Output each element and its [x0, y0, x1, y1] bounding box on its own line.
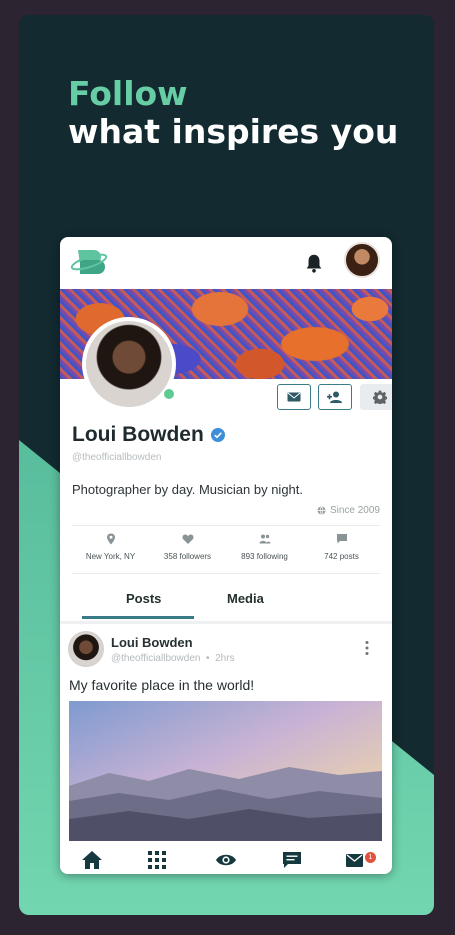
post-time: 2hrs: [215, 653, 235, 664]
avatar[interactable]: [344, 242, 380, 278]
location-pin-icon: [106, 533, 115, 545]
online-status-dot: [162, 387, 176, 401]
headline-accent: Follow: [68, 74, 188, 113]
member-since: Since 2009: [317, 505, 380, 516]
heart-icon: [181, 534, 194, 544]
stat-location-label: New York, NY: [85, 552, 136, 561]
gear-icon: [373, 390, 387, 404]
post-meta-separator: •: [203, 653, 216, 664]
envelope-icon: [287, 392, 301, 402]
eye-icon[interactable]: [215, 850, 237, 870]
follow-button[interactable]: [318, 384, 352, 410]
bottom-navigation: [60, 841, 392, 874]
stat-location: New York, NY: [72, 533, 149, 573]
stat-posts[interactable]: 742 posts: [303, 533, 380, 573]
profile-name-row: Loui Bowden: [72, 423, 225, 447]
message-button[interactable]: [277, 384, 311, 410]
headline-rest: what inspires you: [68, 112, 399, 151]
app-screen: Loui Bowden @theofficiallbowden Photogra…: [60, 237, 392, 874]
settings-button[interactable]: [360, 384, 392, 410]
stat-posts-label: 742 posts: [324, 552, 359, 561]
add-user-icon: [327, 391, 342, 403]
post-author-avatar[interactable]: [68, 631, 104, 667]
post-author-name[interactable]: Loui Bowden: [111, 635, 193, 650]
more-options-icon[interactable]: [364, 640, 370, 656]
divider: [72, 573, 380, 574]
stat-following[interactable]: 893 following: [226, 533, 303, 573]
bell-icon[interactable]: [303, 251, 325, 275]
profile-handle: @theofficiallbowden: [72, 452, 162, 463]
home-icon[interactable]: [81, 850, 103, 870]
tabs-divider: [60, 621, 392, 624]
stat-followers[interactable]: 358 followers: [149, 533, 226, 573]
stat-followers-label: 358 followers: [163, 552, 212, 561]
member-since-text: Since 2009: [329, 505, 380, 516]
post-text: My favorite place in the world!: [69, 677, 255, 693]
app-top-bar: [60, 237, 392, 289]
people-icon: [259, 534, 270, 544]
tab-media[interactable]: Media: [227, 591, 264, 606]
globe-icon: [317, 506, 326, 515]
mail-badge: 1: [365, 852, 376, 863]
app-logo-icon[interactable]: [70, 246, 110, 278]
stat-following-label: 893 following: [241, 552, 288, 561]
post-author-handle: @theofficiallbowden: [111, 653, 201, 664]
profile-tabs: Posts Media: [60, 585, 392, 621]
grid-icon[interactable]: [146, 850, 168, 870]
verified-badge-icon: [210, 428, 225, 442]
promo-headline: Follow what inspires you: [68, 75, 398, 151]
profile-stats: New York, NY 358 followers 893 following: [72, 533, 380, 573]
chat-icon: [336, 534, 347, 544]
active-tab-indicator: [82, 616, 194, 619]
promo-panel: Follow what inspires you Loui Bowden @th…: [19, 15, 434, 915]
post-meta: @theofficiallbowden • 2hrs: [111, 653, 235, 664]
chat-bubble-icon[interactable]: [281, 850, 303, 870]
mail-icon[interactable]: [344, 850, 366, 870]
tab-posts[interactable]: Posts: [126, 591, 161, 606]
divider: [72, 525, 380, 526]
profile-bio: Photographer by day. Musician by night.: [72, 482, 304, 497]
post-image[interactable]: [69, 701, 382, 841]
profile-name: Loui Bowden: [72, 423, 204, 446]
